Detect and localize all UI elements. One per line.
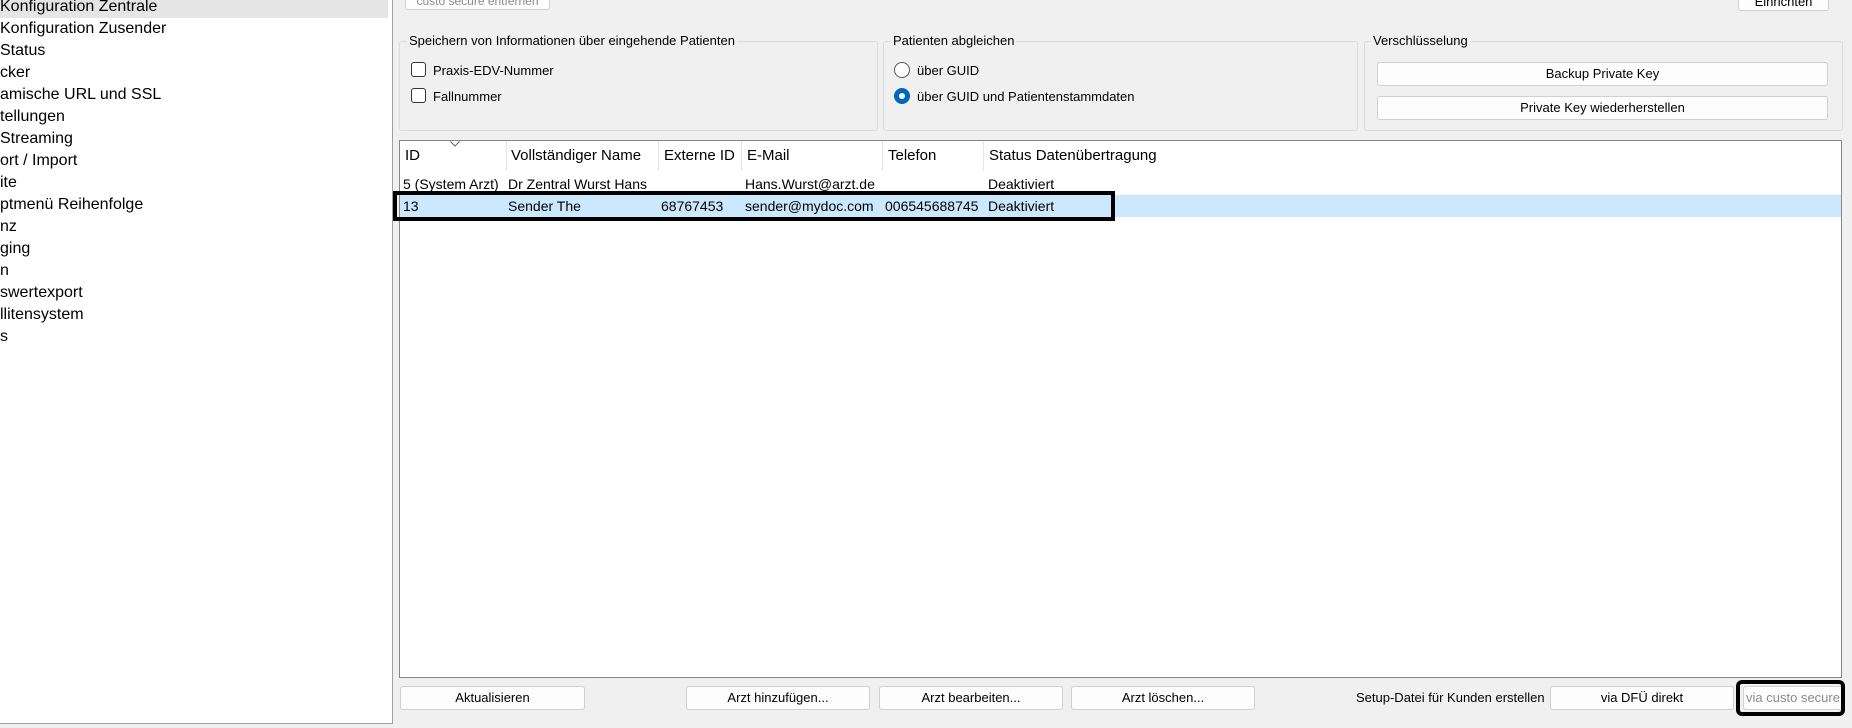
- sidebar-item-auswertexport[interactable]: swertexport: [0, 282, 388, 304]
- col-header-phone[interactable]: Telefon: [888, 147, 936, 165]
- encryption-title: Verschlüsselung: [1371, 33, 1470, 49]
- sidebar-item-streaming[interactable]: Streaming: [0, 128, 388, 150]
- row-highlight-box: [393, 191, 1115, 221]
- refresh-button[interactable]: Aktualisieren: [400, 686, 585, 710]
- match-guid-radio[interactable]: [894, 62, 910, 78]
- col-header-external-id[interactable]: Externe ID: [664, 147, 735, 165]
- sidebar-item-satellitensystem[interactable]: llitensystem: [0, 304, 388, 326]
- add-doctor-button[interactable]: Arzt hinzufügen...: [686, 686, 870, 710]
- sidebar-item-konfiguration-zentrale[interactable]: Konfiguration Zentrale: [0, 0, 388, 18]
- col-header-email[interactable]: E-Mail: [747, 147, 790, 165]
- remove-custo-secure-button[interactable]: custo secure entfernen: [405, 0, 550, 10]
- sidebar-item-ite[interactable]: ite: [0, 172, 388, 194]
- edit-doctor-button[interactable]: Arzt bearbeiten...: [879, 686, 1063, 710]
- match-patients-title: Patienten abgleichen: [891, 33, 1017, 49]
- sidebar-item-drucker[interactable]: cker: [0, 62, 388, 84]
- fallnummer-label: Fallnummer: [433, 89, 502, 104]
- app-window: Konfiguration Zentrale Konfiguration Zus…: [0, 0, 1852, 728]
- col-header-name[interactable]: Vollständiger Name: [511, 147, 641, 165]
- store-info-title: Speichern von Informationen über eingehe…: [407, 33, 737, 49]
- sidebar-item-einstellungen[interactable]: tellungen: [0, 106, 388, 128]
- sidebar-item-konfiguration-zusender[interactable]: Konfiguration Zusender: [0, 18, 388, 40]
- backup-private-key-button[interactable]: Backup Private Key: [1377, 62, 1828, 86]
- match-guid-label: über GUID: [917, 63, 980, 78]
- restore-private-key-button[interactable]: Private Key wiederherstellen: [1377, 96, 1828, 120]
- custo-secure-highlight-box: [1736, 680, 1845, 716]
- setup-button[interactable]: Einrichten: [1738, 0, 1829, 11]
- fallnummer-checkbox[interactable]: [411, 88, 426, 103]
- sidebar-item-s[interactable]: s: [0, 326, 388, 348]
- sidebar-item-export-import[interactable]: ort / Import: [0, 150, 388, 172]
- match-guid-stammdaten-label: über GUID und Patientenstammdaten: [917, 89, 1135, 104]
- sidebar-item-n[interactable]: n: [0, 260, 388, 282]
- col-header-id[interactable]: ID: [405, 147, 420, 165]
- settings-sidebar: Konfiguration Zentrale Konfiguration Zus…: [0, 0, 393, 724]
- sidebar-item-logging[interactable]: ging: [0, 238, 388, 260]
- praxis-edv-label: Praxis-EDV-Nummer: [433, 63, 554, 78]
- sidebar-item-lizenz[interactable]: nz: [0, 216, 388, 238]
- setup-file-label: Setup-Datei für Kunden erstellen: [1356, 690, 1545, 705]
- sort-chevron-down-icon: [450, 141, 460, 147]
- sidebar-item-hauptmenue-reihenfolge[interactable]: ptmenü Reihenfolge: [0, 194, 388, 216]
- praxis-edv-checkbox[interactable]: [411, 62, 426, 77]
- sidebar-item-status[interactable]: Status: [0, 40, 388, 62]
- sidebar-item-dynamische-url[interactable]: amische URL und SSL: [0, 84, 388, 106]
- col-header-status[interactable]: Status Datenübertragung: [989, 147, 1157, 165]
- via-dfu-direct-button[interactable]: via DFÜ direkt: [1550, 686, 1734, 710]
- match-patients-group: [883, 41, 1358, 131]
- store-info-group: [399, 41, 878, 131]
- delete-doctor-button[interactable]: Arzt löschen...: [1071, 686, 1255, 710]
- match-guid-stammdaten-radio[interactable]: [894, 88, 910, 104]
